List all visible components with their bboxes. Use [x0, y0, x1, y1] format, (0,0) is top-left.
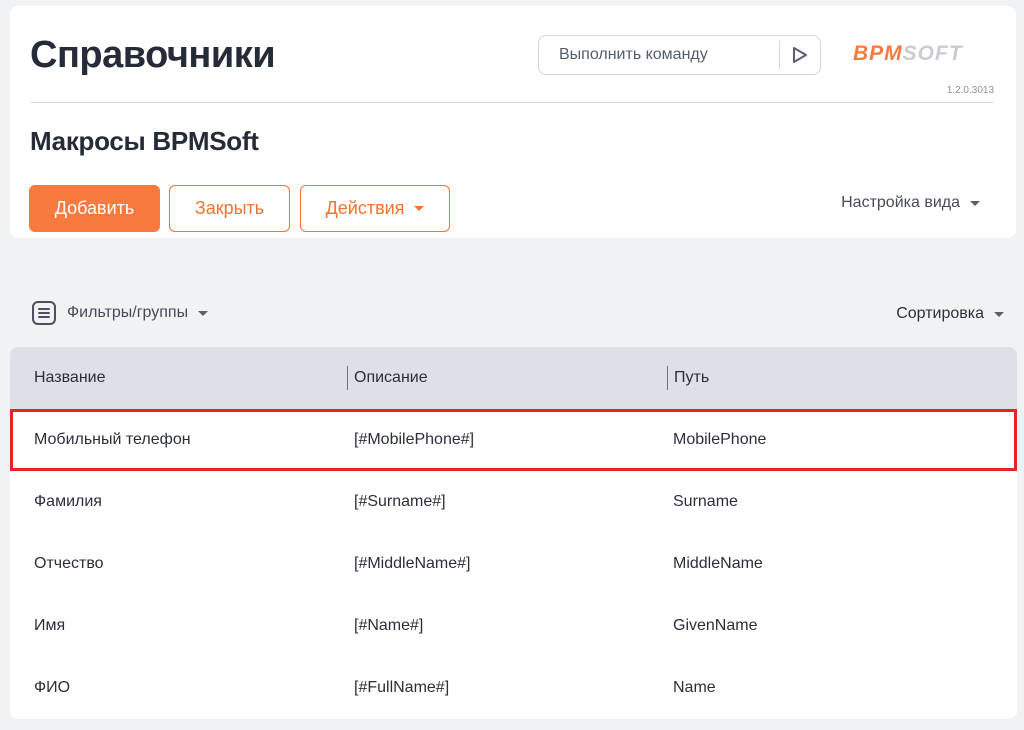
cell-path: MobilePhone [673, 431, 767, 448]
filters-groups-label: Фильтры/группы [67, 304, 189, 321]
sorting-menu[interactable]: Сортировка [896, 305, 1004, 323]
section-title: Макросы BPMSoft [30, 126, 259, 156]
filters-groups-menu[interactable]: Фильтры/группы [31, 300, 209, 326]
svg-text:BPMSOFT: BPMSOFT [853, 42, 964, 64]
column-header-description[interactable]: Описание [347, 347, 428, 409]
version-label: 1.2.0.3013 [946, 85, 994, 96]
caret-down-icon [198, 310, 209, 316]
close-button[interactable]: Закрыть [169, 185, 290, 232]
page-title: Справочники [30, 34, 276, 76]
cell-name: Отчество [34, 555, 104, 572]
command-line [538, 35, 821, 75]
cell-name: Мобильный телефон [34, 431, 191, 448]
cell-path: MiddleName [673, 555, 763, 572]
column-header-path[interactable]: Путь [667, 347, 709, 409]
command-input[interactable] [539, 36, 779, 74]
cell-name: Имя [34, 617, 66, 634]
table-row[interactable]: Мобильный телефон [#MobilePhone#] Mobile… [10, 409, 1017, 471]
column-header-label: Описание [354, 369, 428, 386]
cell-name: Фамилия [34, 493, 102, 510]
bpmsoft-logo: BPMSOFT [853, 42, 964, 64]
caret-down-icon [970, 200, 980, 206]
cell-description: [#Name#] [354, 617, 424, 634]
filter-list-icon [32, 301, 56, 325]
table-row[interactable]: Фамилия [#Surname#] Surname [10, 471, 1017, 533]
actions-button[interactable]: Действия [300, 185, 450, 232]
cell-path: GivenName [673, 617, 758, 634]
add-button[interactable]: Добавить [29, 185, 160, 232]
caret-down-icon [414, 206, 425, 211]
cell-name: ФИО [34, 679, 71, 696]
view-settings-label: Настройка вида [841, 194, 960, 211]
play-icon [793, 47, 807, 63]
cell-description: [#Surname#] [354, 493, 446, 510]
column-header-label: Название [34, 369, 106, 386]
column-separator [667, 366, 668, 390]
cell-description: [#MobilePhone#] [354, 431, 475, 448]
cell-path: Surname [673, 493, 738, 510]
table-row[interactable]: Имя [#Name#] GivenName [10, 595, 1017, 657]
actions-label: Действия [325, 198, 405, 218]
cell-path: Name [673, 679, 716, 696]
column-separator [347, 366, 348, 390]
top-panel: Справочники BPMSOFT 1.2.0.3013 Макросы B… [10, 6, 1016, 238]
table-row[interactable]: ФИО [#FullName#] Name [10, 657, 1017, 719]
caret-down-icon [994, 311, 1004, 317]
column-header-label: Путь [674, 369, 710, 386]
table-row[interactable]: Отчество [#MiddleName#] MiddleName [10, 533, 1017, 595]
column-header-name[interactable]: Название [34, 347, 106, 409]
run-command-button[interactable] [780, 36, 820, 74]
view-settings-menu[interactable]: Настройка вида [841, 194, 980, 212]
cell-description: [#FullName#] [354, 679, 450, 696]
sorting-label: Сортировка [896, 305, 984, 322]
header-divider [30, 102, 994, 103]
grid-header: Название Описание Путь [10, 347, 1017, 409]
cell-description: [#MiddleName#] [354, 555, 471, 572]
macros-grid: Название Описание Путь Мобильный телефон… [10, 347, 1017, 719]
